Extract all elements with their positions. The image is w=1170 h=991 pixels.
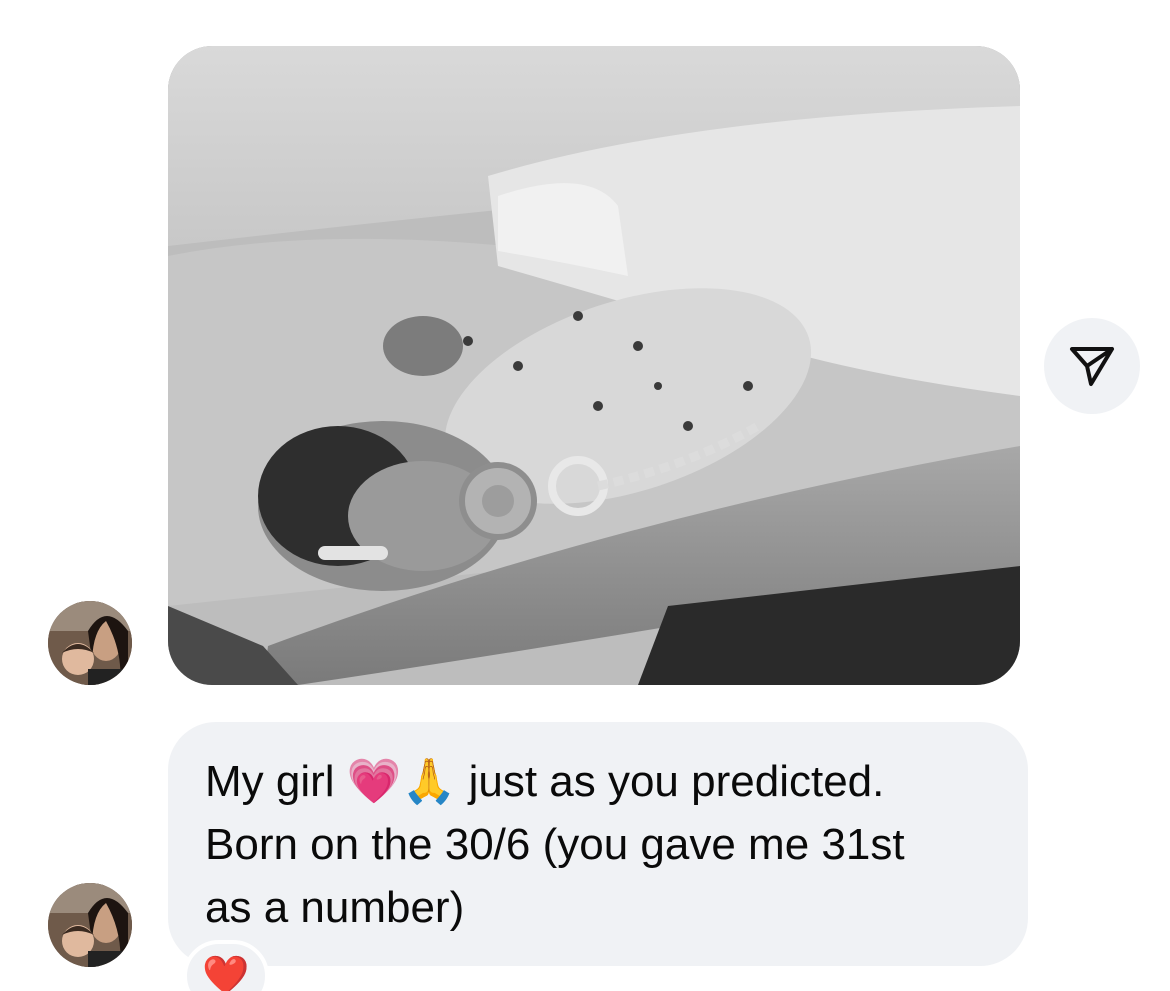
text-message-bubble[interactable]: My girl 💗🙏 just as you predicted. Born o… — [168, 722, 1028, 966]
avatar-photo-icon — [48, 883, 132, 967]
heart-reaction[interactable]: ❤️ — [183, 940, 269, 991]
message-text: My girl 💗🙏 just as you predicted. Born o… — [205, 757, 905, 932]
baby-photo-image — [168, 46, 1020, 685]
paper-plane-icon — [1070, 347, 1114, 386]
chat-thread: My girl 💗🙏 just as you predicted. Born o… — [0, 0, 1170, 991]
avatar-photo-icon — [48, 601, 132, 685]
heart-icon: ❤️ — [202, 955, 250, 991]
share-button[interactable] — [1044, 318, 1140, 414]
sender-avatar[interactable] — [48, 601, 132, 685]
photo-message[interactable] — [168, 46, 1020, 685]
sender-avatar[interactable] — [48, 883, 132, 967]
